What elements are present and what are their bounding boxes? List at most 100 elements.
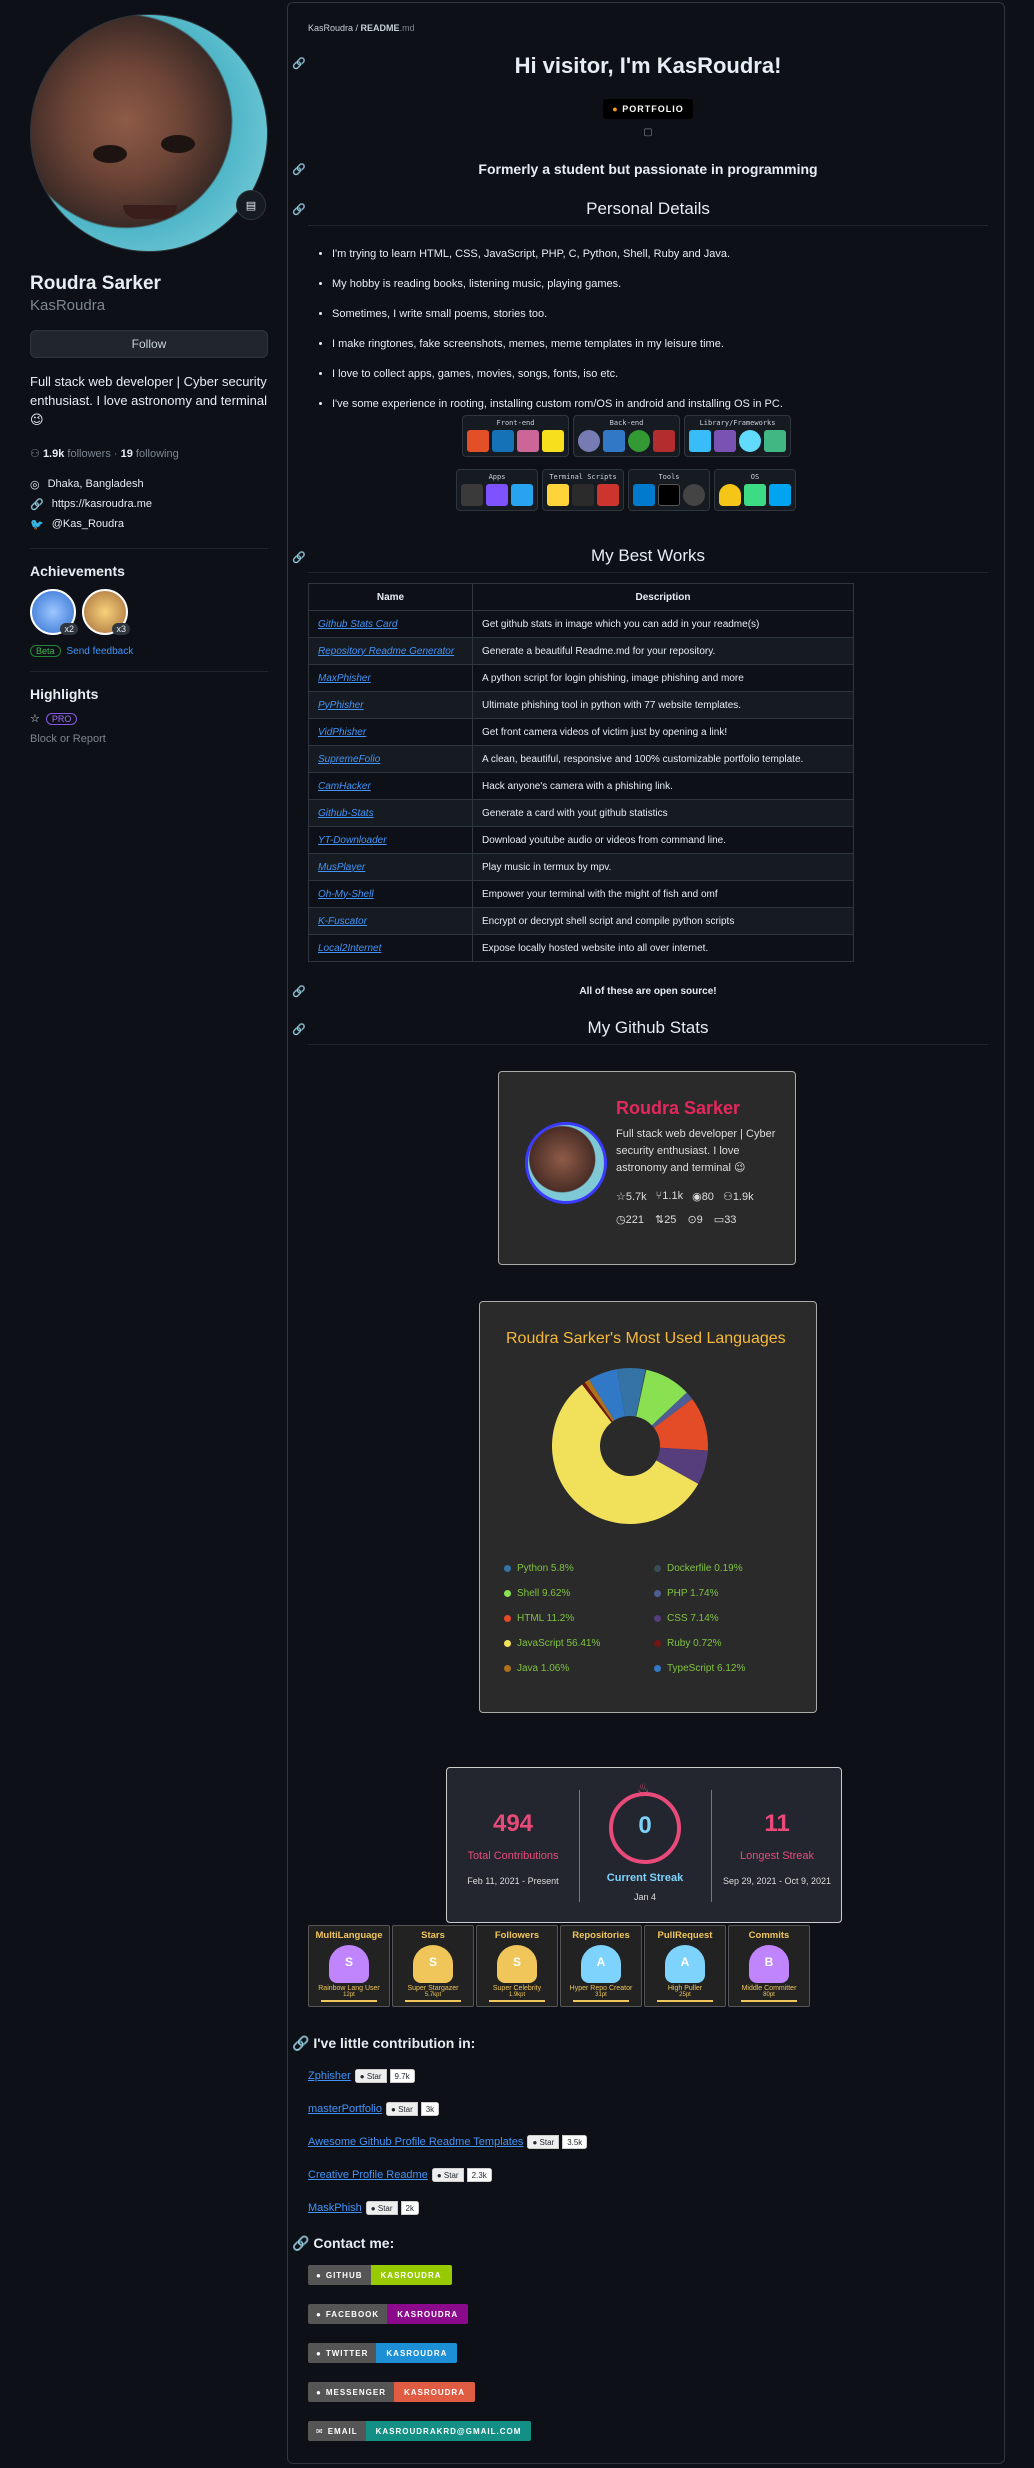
- trophy-card[interactable]: Stars S Super Stargazer 5.7kpt: [392, 1925, 474, 2007]
- trophy-title: PullRequest: [657, 1930, 713, 1941]
- table-header-row: Name Description: [308, 583, 854, 611]
- contact-badge[interactable]: ● MESSENGER KASROUDRA: [308, 2382, 475, 2402]
- work-link[interactable]: PyPhisher: [318, 700, 364, 711]
- trophy-card[interactable]: Followers S Super Celebrity 1.9kpt: [476, 1925, 558, 2007]
- contact-badge[interactable]: ● GITHUB KASROUDRA: [308, 2265, 452, 2285]
- follow-button[interactable]: Follow: [30, 330, 268, 358]
- tech-group-label: Front-end: [496, 419, 535, 427]
- list-item: I make ringtones, fake screenshots, meme…: [332, 329, 972, 359]
- profile-avatar[interactable]: [30, 14, 268, 252]
- current-streak-date: Jan 4: [633, 1892, 657, 1902]
- trophy-subtitle: Rainbow Lang User: [318, 1985, 380, 1992]
- contact-badge[interactable]: ● TWITTER KASROUDRA: [308, 2343, 458, 2363]
- legend-item: Shell 9.62%: [504, 1581, 654, 1606]
- work-link[interactable]: SupremeFolio: [318, 754, 380, 765]
- prs-value: 25: [664, 1214, 677, 1226]
- star-button-label: ● Star: [385, 2102, 418, 2116]
- work-link[interactable]: K-Fuscator: [318, 916, 367, 927]
- table-row: SupremeFolio A clean, beautiful, responsi…: [308, 745, 854, 773]
- work-link[interactable]: MusPlayer: [318, 862, 365, 873]
- legend-item: Dockerfile 0.19%: [654, 1556, 804, 1581]
- work-desc-cell: Get github stats in image which you can …: [472, 610, 854, 638]
- anchor-link-icon[interactable]: 🔗: [292, 57, 306, 70]
- trophy-card[interactable]: Commits B Middle Committer 80pt: [728, 1925, 810, 2007]
- work-link[interactable]: Local2Internet: [318, 943, 381, 954]
- watchers-stat: ◉80: [692, 1190, 714, 1203]
- website-link[interactable]: https://kasroudra.me: [52, 498, 152, 510]
- legend-item: Python 5.8%: [504, 1556, 654, 1581]
- trophy-rank: A: [680, 1955, 690, 1969]
- trophy-points: 1.9kpt: [508, 1992, 526, 1998]
- anchor-link-icon[interactable]: 🔗: [292, 163, 306, 176]
- repo-link[interactable]: masterPortfolio: [308, 2103, 382, 2115]
- contact-service: TWITTER: [325, 2348, 369, 2358]
- contact-heading: 🔗 Contact me:: [292, 2235, 394, 2252]
- kotlin-icon: [486, 484, 508, 506]
- work-link[interactable]: Oh-My-Shell: [318, 889, 374, 900]
- readme-heading: Hi visitor, I'm KasRoudra!: [514, 53, 782, 78]
- star-button[interactable]: ● Star 3.5k: [527, 2135, 588, 2149]
- trophy-progress-bar: [657, 2000, 713, 2002]
- html5-icon: [467, 430, 489, 452]
- languages-card[interactable]: Roudra Sarker's Most Used Languages Pyth…: [479, 1301, 817, 1713]
- tech-group-backend: Back-end: [573, 415, 680, 457]
- contact-badge[interactable]: ✉ EMAIL KASROUDRAKRD@GMAIL.COM: [308, 2421, 532, 2441]
- achievement-badge[interactable]: x2: [30, 589, 78, 635]
- anchor-link-icon[interactable]: 🔗: [292, 985, 306, 998]
- anchor-link-icon[interactable]: 🔗: [292, 1023, 306, 1036]
- legend-label: Ruby 0.72%: [667, 1638, 722, 1649]
- following-link[interactable]: 19 following: [121, 448, 179, 460]
- profile-bio: Full stack web developer | Cyber securit…: [30, 374, 268, 427]
- breadcrumb: KasRoudra / README.md: [308, 23, 415, 33]
- work-desc-cell: Empower your terminal with the might of …: [472, 880, 854, 908]
- work-link[interactable]: YT-Downloader: [318, 835, 387, 846]
- work-link[interactable]: CamHacker: [318, 781, 371, 792]
- work-link[interactable]: Repository Readme Generator: [318, 646, 454, 657]
- work-link[interactable]: Github Stats Card: [318, 619, 397, 630]
- status-emoji-icon[interactable]: ▤: [236, 190, 266, 220]
- block-report-link[interactable]: Block or Report: [30, 733, 268, 745]
- work-link[interactable]: VidPhisher: [318, 727, 366, 738]
- personal-details-heading: Personal Details: [308, 199, 988, 226]
- contact-badge-label: ● FACEBOOK: [308, 2304, 388, 2324]
- current-streak-label: Current Streak: [606, 1872, 684, 1884]
- twitter-link[interactable]: @Kas_Roudra: [52, 518, 124, 530]
- portfolio-badge[interactable]: ● PORTFOLIO: [603, 99, 693, 119]
- contact-badge[interactable]: ● FACEBOOK KASROUDRA: [308, 2304, 469, 2324]
- work-link[interactable]: MaxPhisher: [318, 673, 371, 684]
- anchor-link-icon[interactable]: 🔗: [292, 2235, 309, 2251]
- streak-card[interactable]: 494 Total Contributions Feb 11, 2021 - P…: [446, 1767, 842, 1923]
- following-label: following: [135, 448, 179, 460]
- star-button[interactable]: ● Star 2.3k: [431, 2168, 492, 2182]
- tech-group-label: Apps: [488, 473, 506, 481]
- github-icon: ●: [436, 2170, 442, 2180]
- legend-dot: [654, 1665, 661, 1672]
- followers-label: followers: [67, 448, 111, 460]
- trophy-card[interactable]: PullRequest A High Puller 25pt: [644, 1925, 726, 2007]
- portfolio-icon: ●: [612, 104, 619, 114]
- stats-card-avatar: [525, 1122, 607, 1204]
- repo-link[interactable]: Zphisher: [308, 2070, 351, 2082]
- anchor-link-icon[interactable]: 🔗: [292, 2035, 309, 2051]
- anchor-link-icon[interactable]: 🔗: [292, 551, 306, 564]
- github-stats-card[interactable]: Roudra Sarker Full stack web developer |…: [498, 1071, 796, 1265]
- breadcrumb-ext: .md: [399, 23, 415, 33]
- work-link[interactable]: Github-Stats: [318, 808, 374, 819]
- send-feedback-link[interactable]: Send feedback: [67, 646, 134, 657]
- repo-link[interactable]: Awesome Github Profile Readme Templates: [308, 2136, 523, 2148]
- contact-badge-value: KASROUDRAKRD@GMAIL.COM: [365, 2421, 532, 2441]
- star-button[interactable]: ● Star 9.7k: [354, 2069, 415, 2083]
- star-button[interactable]: ● Star 2k: [365, 2201, 419, 2215]
- repo-link[interactable]: MaskPhish: [308, 2202, 362, 2214]
- trophy-card[interactable]: Repositories A Hyper Repo Creator 31pt: [560, 1925, 642, 2007]
- anchor-link-icon[interactable]: 🔗: [292, 203, 306, 216]
- trophy-card[interactable]: MultiLanguage S Rainbow Lang User 12pt: [308, 1925, 390, 2007]
- facebook-icon: ●: [316, 2309, 322, 2319]
- work-desc-cell: Ultimate phishing tool in python with 77…: [472, 691, 854, 719]
- issues-value: 9: [696, 1214, 703, 1226]
- followers-link[interactable]: 1.9k followers: [43, 448, 111, 460]
- repo-link[interactable]: Creative Profile Readme: [308, 2169, 428, 2181]
- star-button[interactable]: ● Star 3k: [385, 2102, 440, 2116]
- achievement-badge[interactable]: x3: [82, 589, 130, 635]
- breadcrumb-user[interactable]: KasRoudra: [308, 23, 353, 33]
